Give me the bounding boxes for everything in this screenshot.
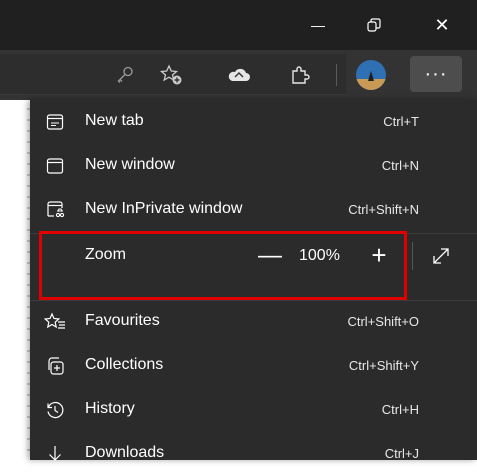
- favourites-icon: [44, 311, 66, 333]
- new-tab-icon: [44, 111, 66, 133]
- minimize-button[interactable]: —: [300, 12, 336, 38]
- extensions-icon[interactable]: [288, 63, 312, 87]
- zoom-in-button[interactable]: +: [366, 239, 392, 271]
- menu-item-label: Favourites: [85, 312, 160, 329]
- title-bar: — ✕: [0, 0, 477, 50]
- menu-item-history[interactable]: History Ctrl+H: [30, 388, 477, 432]
- menu-item-shortcut: Ctrl+N: [381, 158, 419, 173]
- restore-icon: [367, 18, 381, 32]
- menu-item-new-tab[interactable]: New tab Ctrl+T: [30, 100, 477, 144]
- profile-avatar[interactable]: [354, 58, 388, 92]
- toolbar-divider: [336, 64, 337, 86]
- password-key-icon[interactable]: [114, 64, 136, 86]
- menu-item-shortcut: Ctrl+H: [381, 402, 419, 417]
- zoom-level-value: 100%: [299, 247, 340, 264]
- menu-item-favourites[interactable]: Favourites Ctrl+Shift+O: [30, 300, 477, 344]
- menu-item-new-inprivate-window[interactable]: New InPrivate window Ctrl+Shift+N: [30, 188, 477, 232]
- settings-and-more-button[interactable]: ···: [410, 56, 462, 92]
- menu-item-label: New tab: [85, 112, 144, 129]
- menu-item-label: Downloads: [85, 444, 165, 461]
- menu-item-label: New window: [85, 156, 175, 173]
- menu-item-shortcut: Ctrl+Shift+Y: [348, 358, 419, 373]
- menu-item-label: History: [85, 400, 135, 417]
- menu-item-new-window[interactable]: New window Ctrl+N: [30, 144, 477, 188]
- menu-item-label: Collections: [85, 356, 164, 373]
- page-content-behind: [0, 100, 30, 460]
- new-window-icon: [44, 155, 66, 177]
- browser-toolbar: ···: [0, 50, 477, 100]
- fullscreen-icon[interactable]: [428, 243, 454, 269]
- cloud-extension-icon[interactable]: [226, 64, 252, 86]
- menu-item-shortcut: Ctrl+J: [384, 446, 419, 461]
- history-icon: [44, 399, 66, 421]
- settings-menu: New tab Ctrl+T New window Ctrl+N New InP…: [30, 100, 477, 461]
- menu-item-label: New InPrivate window: [85, 200, 243, 217]
- add-favourite-icon[interactable]: [158, 63, 184, 87]
- restore-button[interactable]: [356, 12, 392, 38]
- zoom-divider: [412, 242, 413, 270]
- zoom-out-button[interactable]: —: [257, 241, 283, 271]
- menu-item-collections[interactable]: Collections Ctrl+Shift+Y: [30, 344, 477, 388]
- menu-item-shortcut: Ctrl+T: [383, 114, 419, 129]
- collections-icon: [44, 355, 66, 377]
- inprivate-icon: [44, 199, 66, 221]
- menu-item-shortcut: Ctrl+Shift+O: [347, 314, 419, 329]
- menu-item-downloads[interactable]: Downloads Ctrl+J: [30, 432, 477, 476]
- downloads-icon: [44, 443, 66, 465]
- menu-item-shortcut: Ctrl+Shift+N: [348, 202, 419, 217]
- zoom-label: Zoom: [85, 246, 126, 263]
- close-button[interactable]: ✕: [424, 12, 460, 38]
- menu-item-zoom: Zoom — 100% +: [30, 234, 477, 278]
